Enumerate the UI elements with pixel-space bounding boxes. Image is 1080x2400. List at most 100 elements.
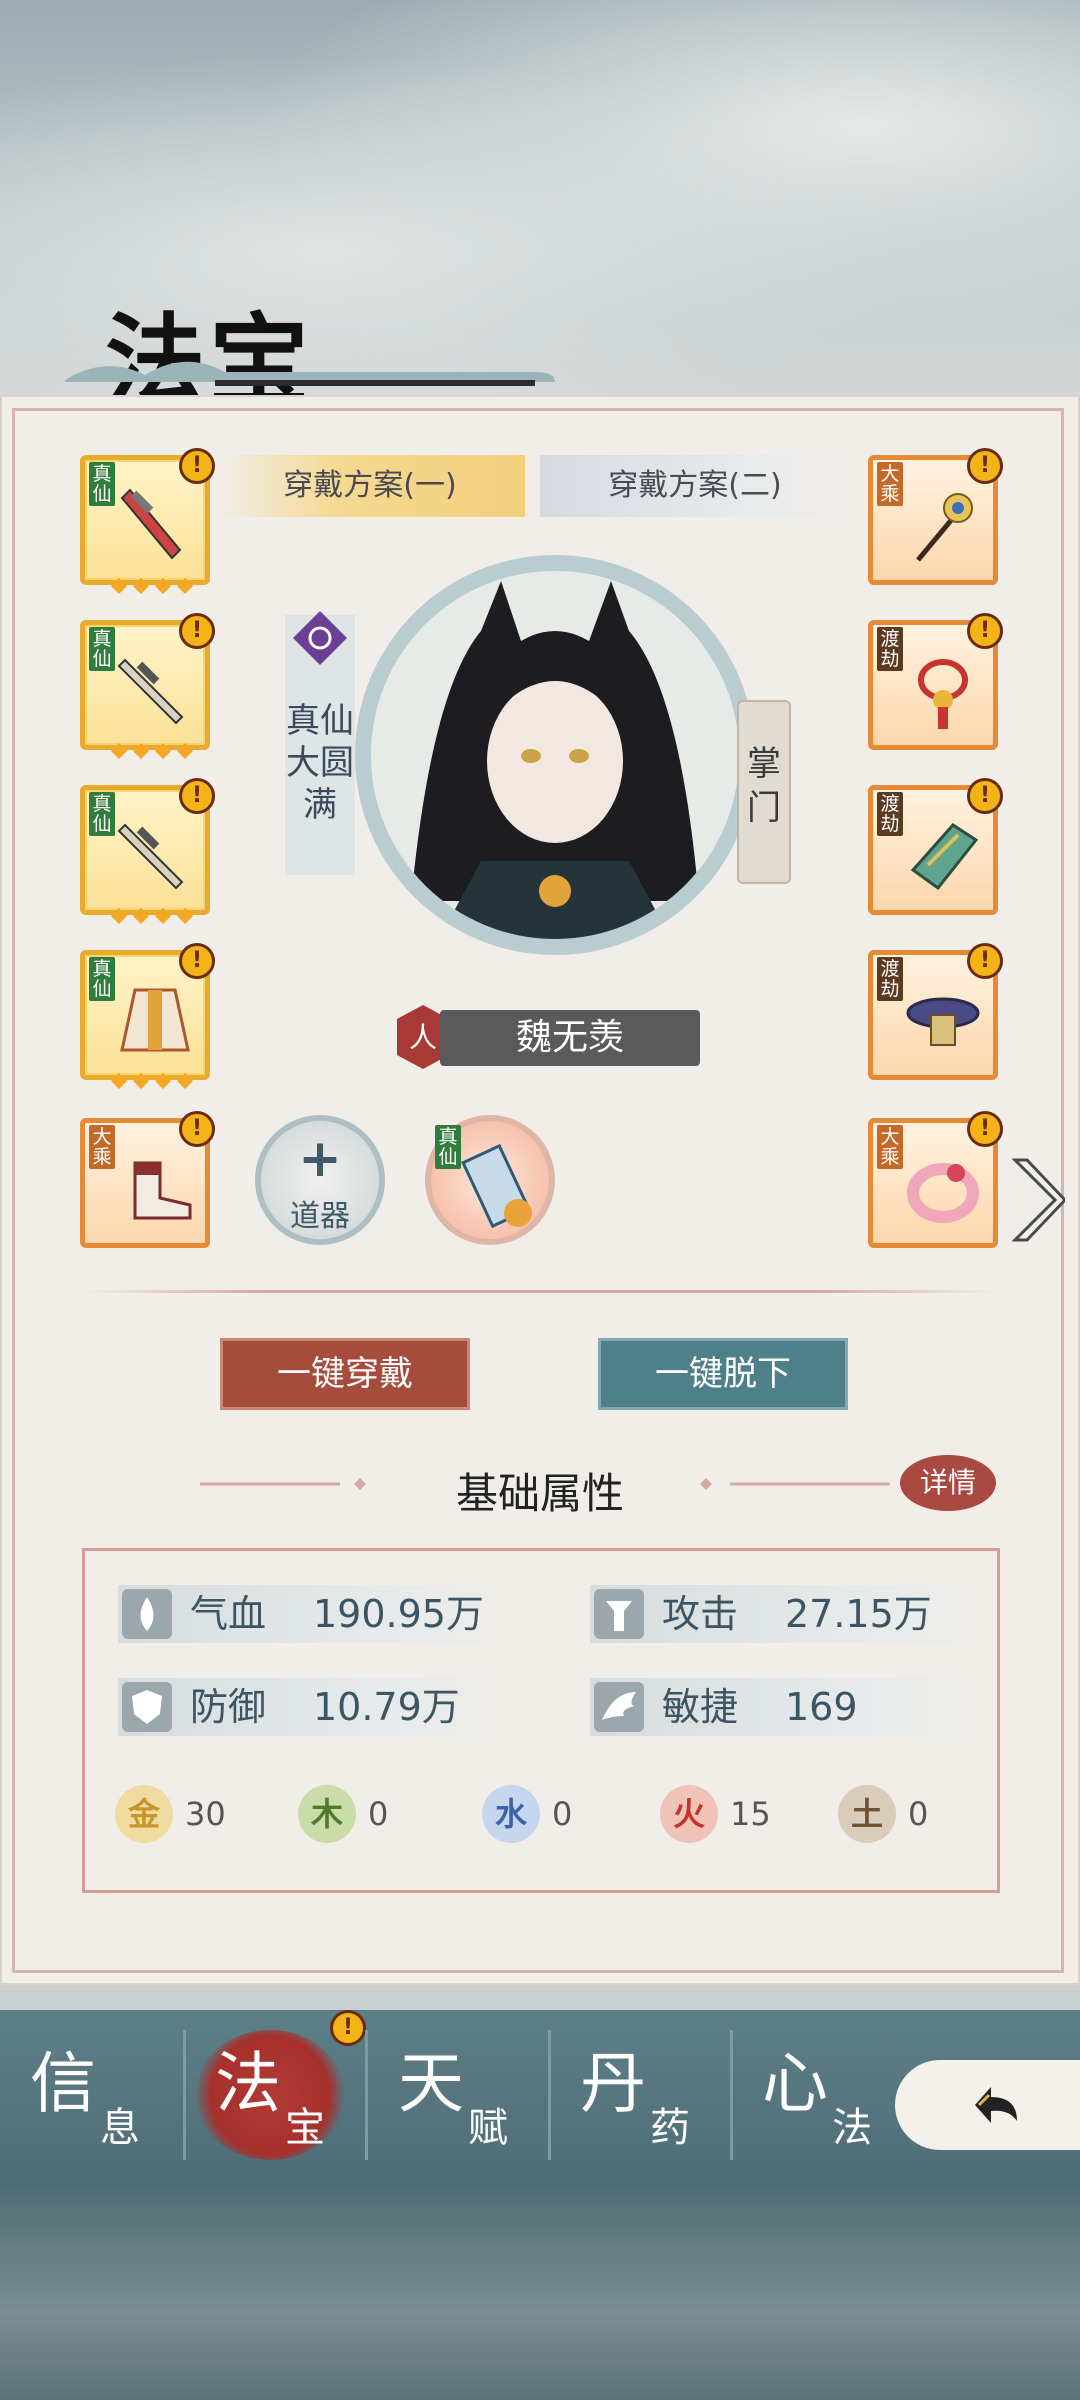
nav-label-small: 赋 bbox=[468, 2105, 508, 2151]
star-diamonds-icon bbox=[111, 743, 193, 759]
role-banner: 掌门 bbox=[737, 700, 791, 884]
nav-label-big: 丹 bbox=[580, 2045, 646, 2122]
equip-slot-weapon-3[interactable]: 真仙 ! bbox=[80, 778, 215, 924]
blood-drop-icon bbox=[122, 1589, 172, 1639]
realm-banner: 真仙大圆满 bbox=[285, 611, 355, 875]
stat-label: 攻击 bbox=[662, 1592, 739, 1636]
nav-label-small: 宝 bbox=[285, 2105, 325, 2151]
earth-element-icon: 土 bbox=[838, 1785, 896, 1843]
stat-value: 190.95万 bbox=[313, 1592, 484, 1636]
ring-icon bbox=[907, 1163, 979, 1223]
armguard-icon bbox=[910, 823, 979, 891]
stat-hp: 气血 190.95万 bbox=[118, 1585, 490, 1643]
lower-scenery bbox=[0, 2180, 1080, 2400]
charm-knot-icon bbox=[918, 659, 968, 729]
element-wood: 木 0 bbox=[298, 1785, 418, 1845]
element-value: 15 bbox=[730, 1795, 771, 1833]
element-water: 水 0 bbox=[482, 1785, 602, 1845]
robe-icon bbox=[120, 988, 190, 1052]
nav-tab-talent[interactable]: 天 赋 bbox=[368, 2020, 548, 2170]
talisman-slot[interactable]: 真仙 bbox=[425, 1115, 555, 1245]
equip-slot-weapon[interactable]: 真仙 ! bbox=[80, 448, 215, 594]
element-value: 0 bbox=[368, 1795, 389, 1833]
stat-value: 169 bbox=[785, 1685, 858, 1729]
alert-badge: ! bbox=[179, 1111, 215, 1147]
realm-diamond-icon bbox=[293, 611, 347, 665]
cloud-ornament-icon bbox=[65, 361, 555, 386]
fire-element-icon: 火 bbox=[660, 1785, 718, 1843]
character-avatar-icon bbox=[371, 571, 739, 939]
element-value: 0 bbox=[908, 1795, 929, 1833]
name-plate: 魏无羡 bbox=[440, 1010, 700, 1066]
stat-value: 27.15万 bbox=[785, 1592, 932, 1636]
equip-slot-armguard[interactable]: 渡劫 ! bbox=[868, 778, 1003, 915]
dao-artifact-label: 道器 bbox=[290, 1199, 350, 1234]
equip-all-button[interactable]: 一键穿戴 bbox=[220, 1338, 470, 1410]
alert-badge: ! bbox=[179, 943, 215, 979]
wood-element-icon: 木 bbox=[298, 1785, 356, 1843]
element-value: 0 bbox=[552, 1795, 573, 1833]
back-arrow-icon bbox=[975, 2087, 1017, 2123]
tab-loadout-1[interactable]: 穿戴方案(一) bbox=[215, 455, 525, 517]
stat-agility: 敏捷 169 bbox=[590, 1678, 962, 1736]
equip-slot-hairpin[interactable]: 大乘 ! bbox=[868, 448, 1003, 585]
nav-label-big: 心 bbox=[762, 2045, 828, 2122]
belt-icon bbox=[906, 997, 980, 1046]
chevron-right-icon[interactable] bbox=[1005, 1155, 1065, 1245]
divider bbox=[80, 1290, 1000, 1293]
element-fire: 火 15 bbox=[660, 1785, 780, 1845]
stat-label: 防御 bbox=[190, 1685, 267, 1729]
shield-icon bbox=[122, 1682, 172, 1732]
nav-label-small: 法 bbox=[832, 2105, 872, 2151]
equip-slot-robe[interactable]: 真仙 ! bbox=[80, 943, 215, 1089]
stat-label: 气血 bbox=[190, 1592, 267, 1636]
role-label: 掌门 bbox=[747, 744, 781, 828]
stat-attack: 攻击 27.15万 bbox=[590, 1585, 962, 1643]
alert-badge: ! bbox=[179, 778, 215, 814]
nav-alert-badge: ! bbox=[330, 2010, 366, 2046]
equip-slot-boots[interactable]: 大乘 ! bbox=[80, 1111, 215, 1248]
detail-label: 详情 bbox=[919, 1466, 976, 1499]
section-title: 基础属性 bbox=[455, 1469, 624, 1518]
element-earth: 土 0 bbox=[838, 1785, 958, 1845]
race-label: 人 bbox=[409, 1021, 437, 1054]
alert-badge: ! bbox=[967, 448, 1003, 484]
water-element-icon: 水 bbox=[482, 1785, 540, 1843]
plus-icon: + bbox=[298, 1129, 342, 1189]
section-ornament-right bbox=[700, 1478, 890, 1490]
alert-badge: ! bbox=[967, 943, 1003, 979]
realm-label: 真仙大圆满 bbox=[286, 701, 354, 825]
equip-slot-charm[interactable]: 渡劫 ! bbox=[868, 613, 1003, 750]
back-button[interactable] bbox=[895, 2060, 1080, 2150]
character-name: 魏无羡 bbox=[515, 1017, 624, 1058]
tab-loadout-2[interactable]: 穿戴方案(二) bbox=[540, 455, 850, 517]
unequip-all-button[interactable]: 一键脱下 bbox=[598, 1338, 848, 1410]
talisman-icon bbox=[461, 1143, 532, 1229]
alert-badge: ! bbox=[967, 613, 1003, 649]
character-portrait[interactable] bbox=[355, 555, 755, 955]
sword-icon bbox=[120, 488, 182, 560]
sword-hilt-icon bbox=[594, 1589, 644, 1639]
section-ornament-left bbox=[200, 1478, 366, 1490]
equip-slot-belt[interactable]: 渡劫 ! bbox=[868, 943, 1003, 1080]
alert-badge: ! bbox=[967, 1111, 1003, 1147]
element-value: 30 bbox=[185, 1795, 226, 1833]
boots-icon bbox=[133, 1161, 192, 1220]
detail-button[interactable]: 详情 bbox=[900, 1455, 996, 1511]
equip-slot-weapon-2[interactable]: 真仙 ! bbox=[80, 613, 215, 759]
nav-label-big: 法 bbox=[215, 2045, 281, 2122]
stat-label: 敏捷 bbox=[662, 1685, 739, 1729]
hairpin-icon bbox=[916, 493, 973, 562]
dao-artifact-button[interactable]: + 道器 bbox=[255, 1115, 385, 1245]
nav-tab-pills[interactable]: 丹 药 bbox=[550, 2020, 730, 2170]
nav-tab-method[interactable]: 心 法 bbox=[732, 2020, 902, 2170]
star-diamonds-icon bbox=[111, 1073, 193, 1089]
star-diamonds-icon bbox=[111, 578, 193, 594]
star-diamonds-icon bbox=[111, 908, 193, 924]
sword-icon bbox=[117, 658, 184, 725]
wing-icon bbox=[594, 1682, 644, 1732]
equip-slot-ring[interactable]: 大乘 ! bbox=[868, 1111, 1003, 1248]
nav-tab-info[interactable]: 信 息 bbox=[0, 2020, 180, 2170]
sword-icon bbox=[117, 823, 184, 890]
alert-badge: ! bbox=[967, 778, 1003, 814]
